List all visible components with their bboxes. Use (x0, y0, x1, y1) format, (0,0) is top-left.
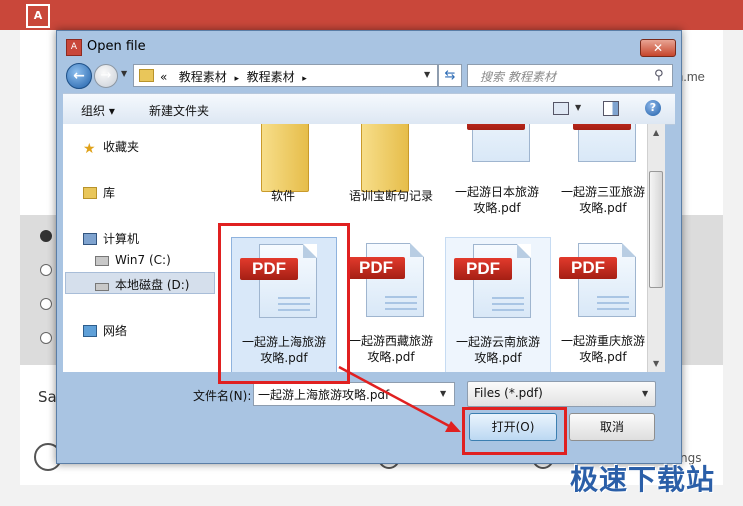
background-bottom-left-text: Sa (38, 388, 57, 406)
background-radio[interactable] (40, 332, 52, 344)
open-file-dialog: A Open file ✕ ← → ▼ « 教程素材 ▸ 教程素材 ▸ ▼ ⇆ … (56, 30, 682, 464)
background-app-titlebar (0, 0, 743, 30)
watermark: 极速下载站 (570, 463, 716, 496)
annotation-arrow-icon (338, 365, 461, 432)
background-radio[interactable] (40, 264, 52, 276)
background-radio-selected[interactable] (40, 230, 52, 242)
background-radio[interactable] (40, 298, 52, 310)
app-logo-icon: A (26, 4, 50, 28)
